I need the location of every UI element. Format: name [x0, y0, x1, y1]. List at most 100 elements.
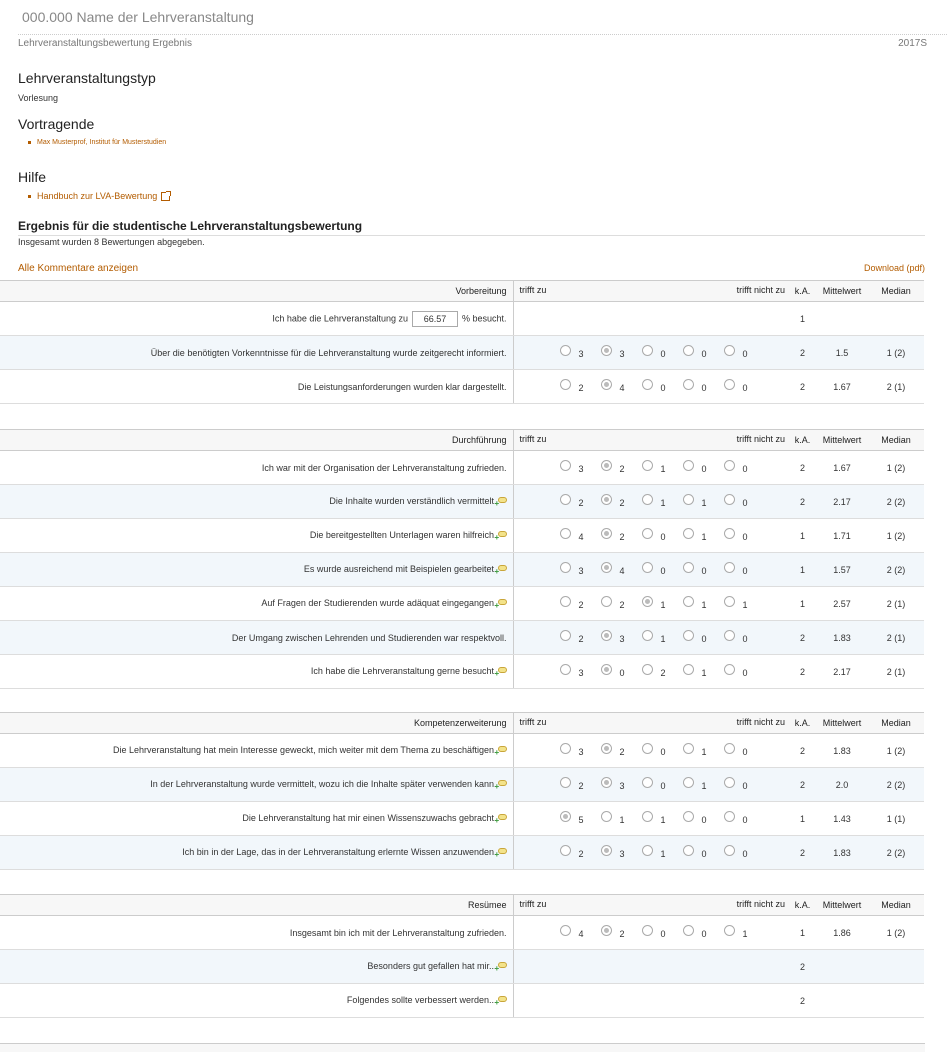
- answer-option[interactable]: 2: [559, 595, 601, 611]
- radio-icon[interactable]: [600, 595, 612, 607]
- answer-option[interactable]: 1: [682, 493, 724, 509]
- answer-option[interactable]: 4: [559, 527, 601, 543]
- radio-icon[interactable]: [641, 810, 653, 822]
- comment-icon[interactable]: +: [495, 598, 507, 609]
- answer-option[interactable]: 1: [682, 776, 724, 792]
- radio-icon[interactable]: [600, 663, 612, 675]
- radio-icon[interactable]: [682, 493, 694, 505]
- radio-icon[interactable]: [723, 378, 735, 390]
- comment-icon[interactable]: +: [495, 745, 507, 756]
- radio-icon[interactable]: [723, 527, 735, 539]
- answer-option[interactable]: 1: [641, 493, 683, 509]
- radio-icon[interactable]: [641, 344, 653, 356]
- answer-option[interactable]: 0: [723, 810, 765, 826]
- radio-icon[interactable]: [723, 629, 735, 641]
- radio-icon[interactable]: [682, 663, 694, 675]
- help-link[interactable]: Handbuch zur LVA-Bewertung: [28, 191, 172, 202]
- comment-icon[interactable]: +: [495, 779, 507, 790]
- radio-icon[interactable]: [682, 810, 694, 822]
- answer-option[interactable]: 2: [600, 595, 642, 611]
- answer-option[interactable]: 3: [559, 344, 601, 360]
- radio-icon[interactable]: [723, 742, 735, 754]
- attendance-input[interactable]: 66.57: [411, 310, 458, 327]
- radio-icon[interactable]: [641, 459, 653, 471]
- radio-icon[interactable]: [600, 493, 612, 505]
- answer-option[interactable]: 3: [559, 459, 601, 475]
- answer-option[interactable]: 4: [600, 378, 642, 394]
- answer-option[interactable]: 1: [723, 924, 765, 940]
- comment-icon[interactable]: +: [495, 813, 507, 824]
- radio-icon[interactable]: [641, 924, 653, 936]
- radio-icon[interactable]: [682, 776, 694, 788]
- answer-option[interactable]: 1: [682, 527, 724, 543]
- radio-icon[interactable]: [682, 629, 694, 641]
- answer-option[interactable]: 3: [600, 344, 642, 360]
- answer-option[interactable]: 0: [682, 459, 724, 475]
- radio-icon[interactable]: [641, 629, 653, 641]
- radio-icon[interactable]: [600, 561, 612, 573]
- answer-option[interactable]: 1: [723, 595, 765, 611]
- radio-icon[interactable]: [559, 663, 571, 675]
- answer-option[interactable]: 2: [600, 527, 642, 543]
- answer-option[interactable]: 2: [600, 924, 642, 940]
- radio-icon[interactable]: [723, 810, 735, 822]
- answer-option[interactable]: 0: [723, 378, 765, 394]
- radio-icon[interactable]: [723, 595, 735, 607]
- answer-option[interactable]: 0: [641, 776, 683, 792]
- answer-option[interactable]: 2: [641, 663, 683, 679]
- radio-icon[interactable]: [600, 459, 612, 471]
- answer-option[interactable]: 4: [559, 924, 601, 940]
- answer-option[interactable]: 1: [641, 459, 683, 475]
- answer-option[interactable]: 3: [559, 742, 601, 758]
- comment-icon[interactable]: +: [495, 496, 507, 507]
- answer-option[interactable]: 4: [600, 561, 642, 577]
- answer-option[interactable]: 0: [682, 344, 724, 360]
- download-pdf-link[interactable]: Download (pdf): [864, 263, 925, 273]
- radio-icon[interactable]: [682, 844, 694, 856]
- radio-icon[interactable]: [641, 776, 653, 788]
- answer-option[interactable]: 2: [559, 629, 601, 645]
- answer-option[interactable]: 0: [723, 561, 765, 577]
- answer-option[interactable]: 0: [723, 459, 765, 475]
- radio-icon[interactable]: [641, 844, 653, 856]
- answer-option[interactable]: 0: [682, 561, 724, 577]
- radio-icon[interactable]: [723, 459, 735, 471]
- radio-icon[interactable]: [559, 595, 571, 607]
- radio-icon[interactable]: [723, 844, 735, 856]
- answer-option[interactable]: 0: [641, 924, 683, 940]
- radio-icon[interactable]: [723, 344, 735, 356]
- comment-icon[interactable]: +: [495, 564, 507, 575]
- radio-icon[interactable]: [559, 776, 571, 788]
- radio-icon[interactable]: [682, 742, 694, 754]
- answer-option[interactable]: 2: [600, 742, 642, 758]
- radio-icon[interactable]: [723, 561, 735, 573]
- answer-option[interactable]: 3: [600, 776, 642, 792]
- answer-option[interactable]: 1: [682, 742, 724, 758]
- radio-icon[interactable]: [559, 378, 571, 390]
- radio-icon[interactable]: [600, 810, 612, 822]
- radio-icon[interactable]: [559, 924, 571, 936]
- answer-option[interactable]: 2: [559, 493, 601, 509]
- answer-option[interactable]: 0: [723, 844, 765, 860]
- radio-icon[interactable]: [600, 776, 612, 788]
- answer-option[interactable]: 3: [559, 663, 601, 679]
- radio-icon[interactable]: [641, 561, 653, 573]
- radio-icon[interactable]: [682, 595, 694, 607]
- answer-option[interactable]: 0: [723, 493, 765, 509]
- answer-option[interactable]: 0: [723, 663, 765, 679]
- radio-icon[interactable]: [723, 776, 735, 788]
- radio-icon[interactable]: [600, 344, 612, 356]
- answer-option[interactable]: 3: [600, 629, 642, 645]
- comment-icon[interactable]: +: [495, 530, 507, 541]
- radio-icon[interactable]: [723, 924, 735, 936]
- radio-icon[interactable]: [559, 844, 571, 856]
- answer-option[interactable]: 3: [600, 844, 642, 860]
- radio-icon[interactable]: [600, 527, 612, 539]
- radio-icon[interactable]: [600, 378, 612, 390]
- radio-icon[interactable]: [723, 493, 735, 505]
- comment-icon[interactable]: +: [495, 961, 507, 972]
- radio-icon[interactable]: [641, 742, 653, 754]
- radio-icon[interactable]: [559, 527, 571, 539]
- answer-option[interactable]: 2: [559, 844, 601, 860]
- answer-option[interactable]: 0: [641, 344, 683, 360]
